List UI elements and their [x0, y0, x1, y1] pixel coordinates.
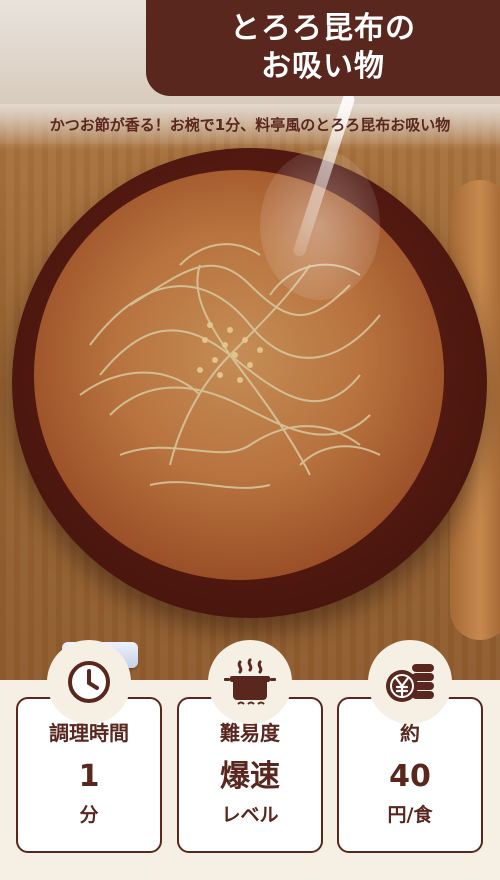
steaming-pot-icon — [214, 646, 286, 718]
cook-time-unit: 分 — [79, 804, 99, 826]
difficulty-label: 難易度 — [220, 721, 280, 745]
cost-value: 40 — [389, 759, 431, 794]
cook-time-card: 調理時間 1 分 — [16, 697, 162, 853]
cost-unit: 円/食 — [387, 804, 433, 826]
difficulty-card: 難易度 爆速 レベル — [177, 697, 323, 853]
yen-coins-icon — [374, 646, 446, 718]
recipe-title-line1: とろろ昆布の — [230, 11, 416, 46]
difficulty-unit: レベル — [221, 804, 279, 826]
difficulty-value: 爆速 — [220, 759, 280, 794]
recipe-title-badge: とろろ昆布の お吸い物 — [146, 0, 500, 96]
recipe-title-line2: お吸い物 — [261, 49, 385, 84]
clock-icon — [53, 646, 125, 718]
hero-photo — [0, 0, 500, 680]
cook-time-value: 1 — [78, 759, 100, 794]
cost-card: 約 40 円/食 — [337, 697, 483, 853]
recipe-subtitle: かつお節が香る！お椀で1分、料亭風のとろろ昆布お吸い物 — [0, 104, 500, 144]
cook-time-label: 調理時間 — [49, 721, 129, 745]
cost-label: 約 — [400, 721, 420, 745]
